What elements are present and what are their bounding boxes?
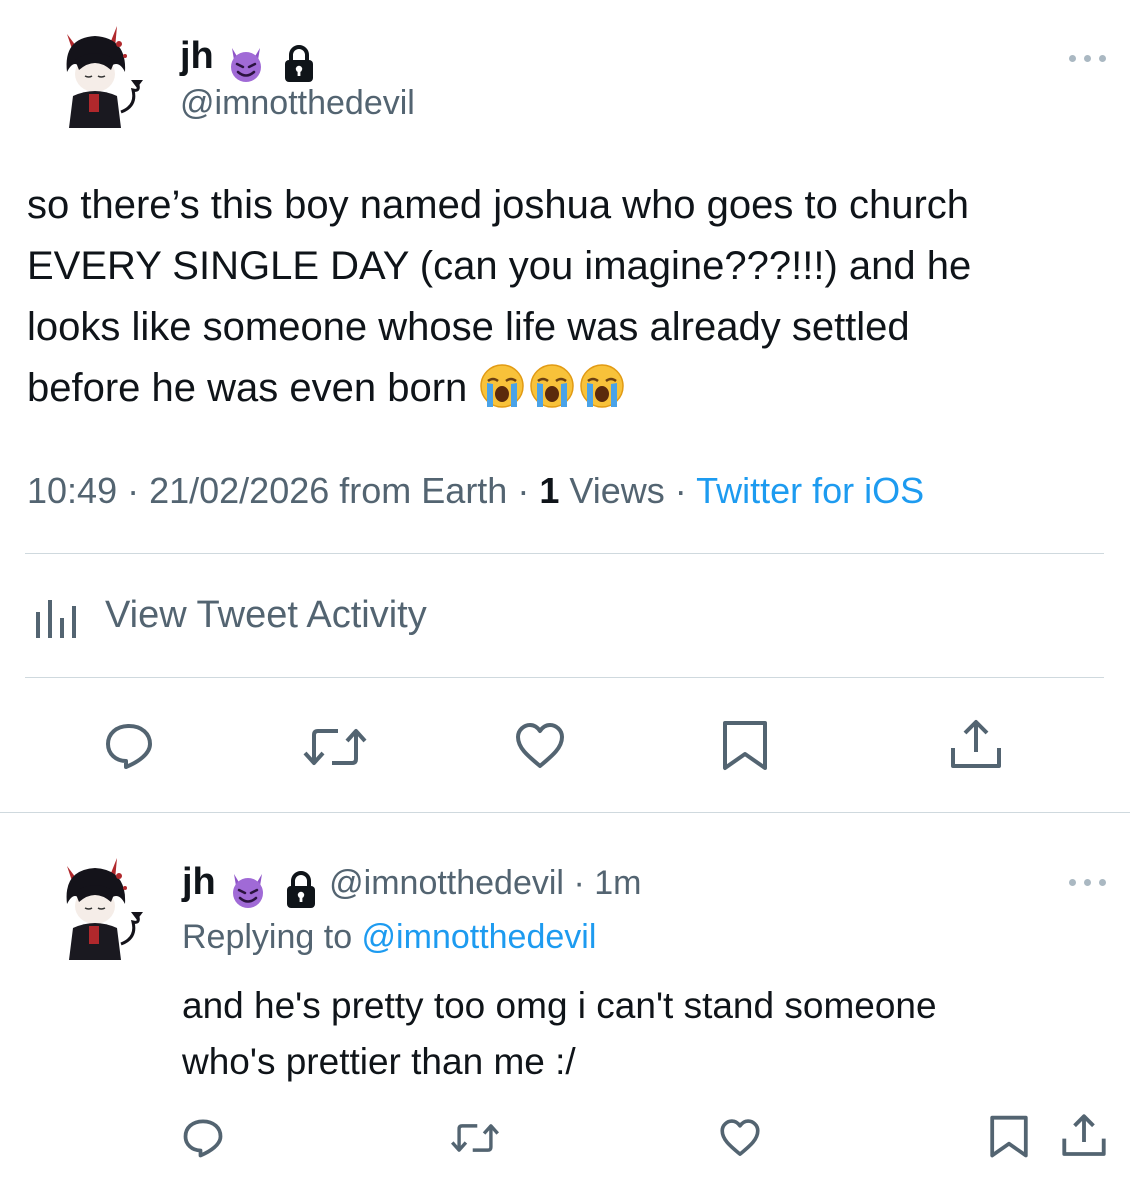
profile-avatar[interactable] (45, 16, 155, 134)
replying-to-handle[interactable]: @imnotthedevil (362, 918, 597, 956)
smiling-devil-icon (228, 870, 268, 910)
bookmark-button[interactable] (720, 720, 770, 772)
share-icon (951, 720, 1001, 768)
tweet-text: so there’s this boy named joshua who goe… (27, 175, 971, 419)
loudly-crying-face-icon (579, 363, 625, 409)
reply-text: and he's pretty too omg i can't stand so… (182, 978, 937, 1090)
reply-button[interactable] (182, 1118, 224, 1158)
reply-icon (183, 1119, 223, 1158)
lock-icon (283, 44, 315, 84)
author-handle[interactable]: @imnotthedevil (180, 84, 415, 123)
reply-icon (106, 724, 152, 769)
tweet-location: from Earth (329, 470, 508, 511)
share-button[interactable] (948, 718, 1004, 772)
like-button[interactable] (719, 1118, 761, 1158)
reply-age[interactable]: 1m (594, 864, 641, 902)
divider (25, 553, 1104, 554)
like-button[interactable] (514, 722, 566, 770)
view-tweet-activity-label: View Tweet Activity (105, 594, 427, 636)
author-line: jh (180, 34, 315, 78)
reply-author-line: jh @imnotthedevil · 1m (182, 860, 641, 904)
smiling-devil-icon (226, 44, 266, 84)
loudly-crying-face-icon (479, 363, 525, 409)
tweet-text-line-last: before he was even born (27, 358, 971, 419)
analytics-icon (36, 600, 76, 638)
separator: · (664, 470, 697, 511)
replying-to: Replying to @imnotthedevil (182, 918, 596, 957)
tweet-text-line: looks like someone whose life was alread… (27, 305, 910, 349)
views-count[interactable]: 1 (539, 470, 559, 511)
lock-icon (285, 870, 317, 910)
views-label[interactable]: Views (559, 470, 664, 511)
reply-text-line: and he's pretty too omg i can't stand so… (182, 985, 937, 1026)
divider (25, 677, 1104, 678)
author-name[interactable]: jh (180, 35, 214, 77)
reply-handle[interactable]: @imnotthedevil (329, 864, 564, 902)
bookmark-button[interactable] (988, 1114, 1030, 1160)
reply-author-name[interactable]: jh (182, 861, 216, 903)
like-icon (516, 723, 564, 768)
retweet-icon (451, 1124, 499, 1152)
more-options-icon[interactable] (1068, 876, 1108, 888)
bookmark-icon (990, 1115, 1028, 1158)
bookmark-icon (723, 721, 767, 770)
tweet-time[interactable]: 10:49 (27, 470, 117, 511)
tweet-date[interactable]: 21/02/2026 (149, 470, 329, 511)
thread-divider (0, 812, 1130, 813)
separator: · (507, 470, 540, 511)
separator: · (117, 470, 150, 511)
retweet-icon (303, 729, 367, 765)
retweet-button[interactable] (302, 725, 368, 769)
retweet-button[interactable] (450, 1121, 500, 1155)
loudly-crying-face-icon (529, 363, 575, 409)
share-button[interactable] (1060, 1112, 1108, 1160)
tweet-text-line: EVERY SINGLE DAY (can you imagine???!!!)… (27, 244, 972, 288)
tweet-meta: 10:49 · 21/02/2026 from Earth · 1 Views … (27, 470, 924, 512)
tweet-text-line: before he was even born (27, 366, 468, 410)
reply-button[interactable] (104, 722, 154, 770)
reply-avatar[interactable] (45, 848, 155, 966)
more-options-icon[interactable] (1068, 52, 1108, 64)
like-icon (720, 1119, 760, 1156)
reply-text-line: who's prettier than me :/ (182, 1041, 576, 1082)
separator: · (564, 864, 595, 902)
tweet-client[interactable]: Twitter for iOS (696, 470, 924, 511)
replying-to-prefix: Replying to (182, 918, 362, 956)
tweet-text-line: so there’s this boy named joshua who goe… (27, 183, 970, 227)
share-icon (1062, 1114, 1106, 1156)
